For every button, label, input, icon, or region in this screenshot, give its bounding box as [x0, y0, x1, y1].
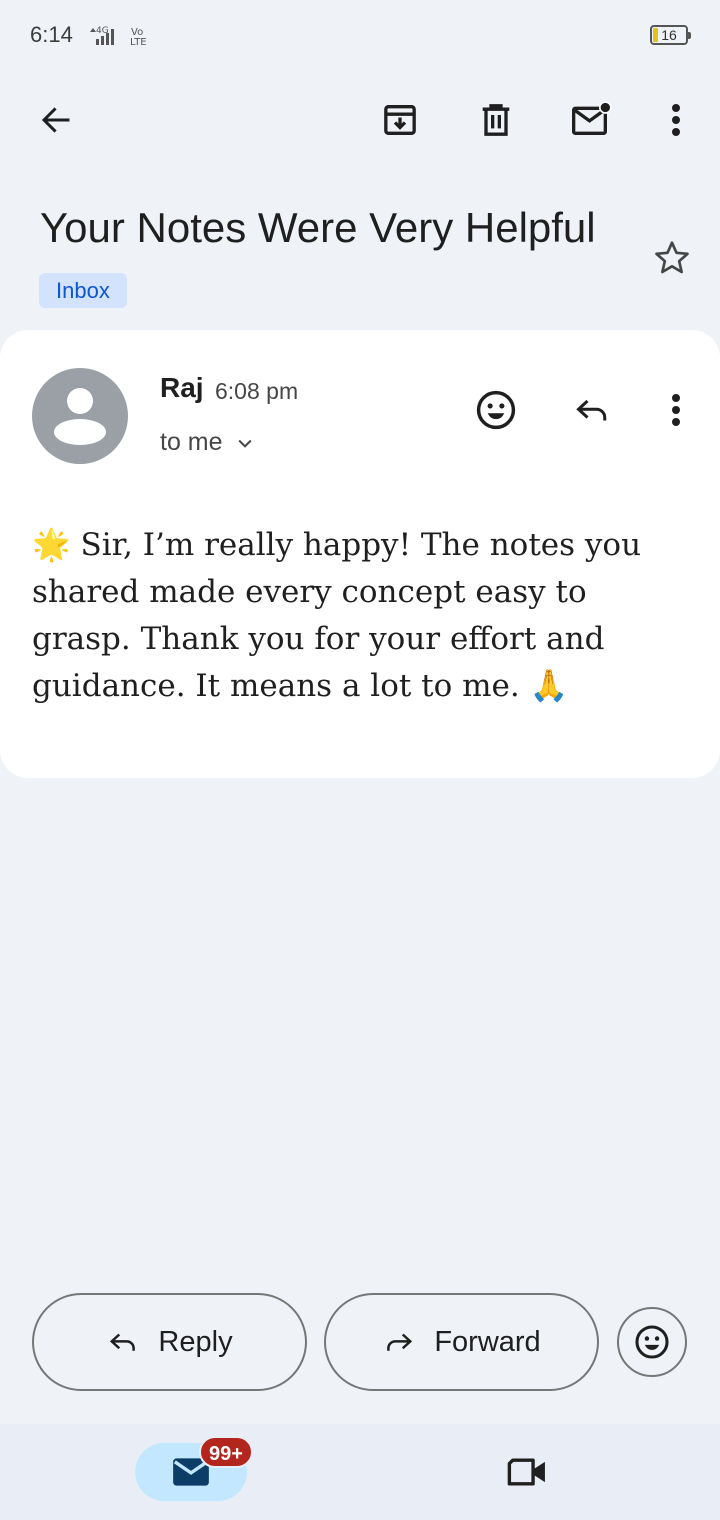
more-vert-icon	[672, 394, 680, 426]
message-time: 6:08 pm	[215, 378, 299, 404]
bottom-navigation	[0, 1424, 720, 1520]
avatar[interactable]	[32, 368, 128, 464]
status-bar: 6:14 4G Vo LTE 16	[0, 0, 720, 70]
emoji-icon	[635, 1325, 669, 1359]
reply-label: Reply	[158, 1325, 233, 1358]
video-icon	[507, 1458, 545, 1486]
status-time: 6:14	[30, 22, 73, 47]
reply-button[interactable]: Reply	[32, 1293, 307, 1391]
star-button[interactable]	[648, 234, 696, 282]
recipient-details-toggle[interactable]: to me	[160, 428, 255, 457]
reply-icon	[110, 1333, 136, 1351]
star-icon	[655, 241, 689, 274]
person-icon	[54, 388, 106, 445]
more-vert-icon	[672, 104, 680, 136]
mail-unread-icon	[572, 101, 612, 135]
chevron-down-icon	[237, 439, 252, 448]
reaction-button[interactable]	[617, 1307, 687, 1377]
mark-unread-button[interactable]	[566, 96, 618, 144]
recipient-label: to me	[160, 428, 223, 456]
message-more-button[interactable]	[656, 386, 696, 434]
emoji-icon	[476, 390, 516, 430]
battery-indicator: 16	[650, 25, 691, 45]
back-button[interactable]	[30, 96, 82, 144]
unread-count-badge: 99+	[199, 1436, 253, 1468]
reply-icon-button[interactable]	[566, 386, 618, 434]
more-options-button[interactable]	[656, 96, 696, 144]
archive-button[interactable]	[376, 96, 424, 144]
email-subject: Your Notes Were Very Helpful	[40, 204, 596, 251]
sender-name[interactable]: Raj	[160, 372, 204, 404]
meet-tab[interactable]	[500, 1448, 556, 1496]
email-body: 🌟 Sir, I’m really happy! The notes you s…	[32, 527, 642, 704]
add-reaction-button[interactable]	[470, 384, 522, 436]
reply-icon	[576, 399, 607, 421]
trash-icon	[482, 104, 510, 136]
svg-text:LTE: LTE	[130, 37, 147, 48]
inbox-label-chip[interactable]: Inbox	[39, 273, 127, 308]
signal-icon: 4G Vo LTE	[88, 24, 158, 53]
forward-button[interactable]: Forward	[324, 1293, 599, 1391]
archive-icon	[384, 105, 416, 135]
forward-icon	[387, 1333, 413, 1351]
arrow-left-icon	[41, 107, 70, 133]
forward-label: Forward	[434, 1325, 541, 1358]
delete-button[interactable]	[472, 96, 520, 144]
